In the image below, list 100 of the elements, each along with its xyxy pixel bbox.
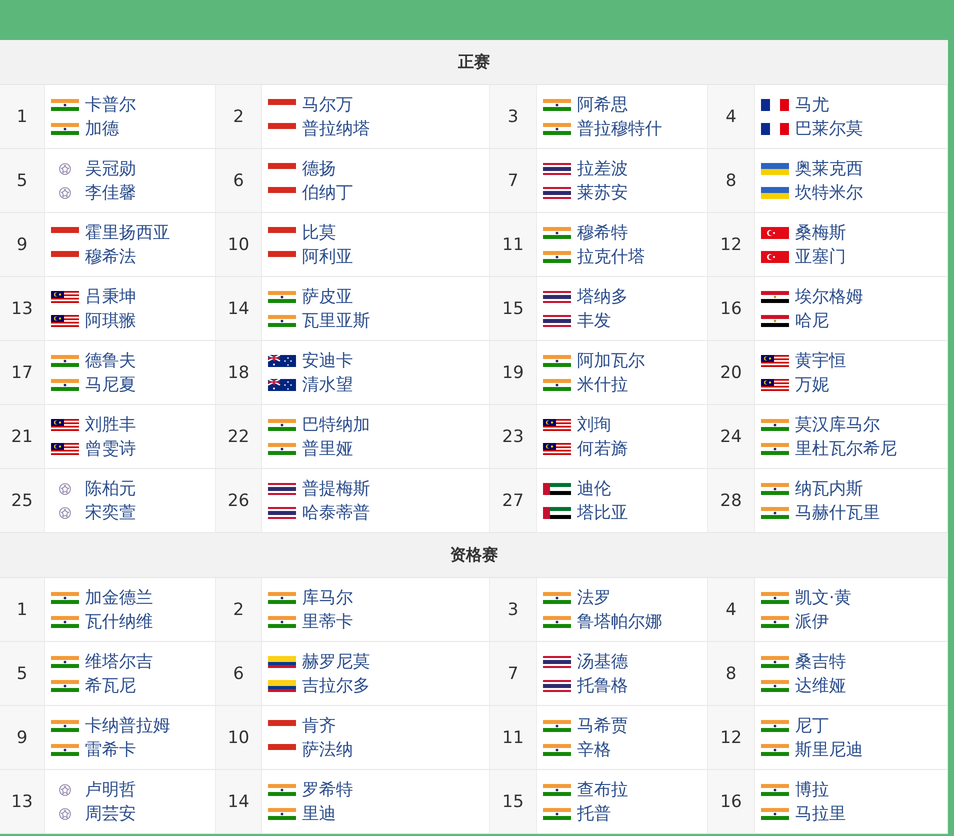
player-name[interactable]: 辛格 [577, 738, 611, 761]
player-name[interactable]: 卡纳普拉姆 [85, 714, 170, 737]
seed-number: 7 [490, 642, 537, 706]
player-name[interactable]: 托鲁格 [577, 674, 628, 697]
player-name[interactable]: 宋奕萱 [85, 501, 136, 524]
player-name[interactable]: 派伊 [795, 610, 829, 633]
player-name[interactable]: 哈尼 [795, 309, 829, 332]
player-name[interactable]: 霍里扬西亚 [85, 221, 170, 244]
player-name[interactable]: 赫罗尼莫 [302, 650, 370, 673]
player-name[interactable]: 博拉 [795, 778, 829, 801]
player-name[interactable]: 吉拉尔多 [302, 674, 370, 697]
player-name[interactable]: 卢明哲 [85, 778, 136, 801]
player-name[interactable]: 巴莱尔莫 [795, 117, 863, 140]
player-name[interactable]: 斯里尼迪 [795, 738, 863, 761]
player-name[interactable]: 刘珣 [577, 413, 611, 436]
flag-icon [268, 506, 296, 518]
player-name[interactable]: 何若旖 [577, 437, 628, 460]
player-name[interactable]: 肯齐 [302, 714, 336, 737]
player-name[interactable]: 德鲁夫 [85, 349, 136, 372]
player-name[interactable]: 里迪 [302, 802, 336, 825]
player-name[interactable]: 亚塞门 [795, 245, 846, 268]
player-name[interactable]: 清水望 [302, 373, 353, 396]
player-name[interactable]: 阿琪翭 [85, 309, 136, 332]
player-name[interactable]: 瓦里亚斯 [302, 309, 370, 332]
seed-number: 21 [0, 405, 45, 469]
player-name[interactable]: 德扬 [302, 157, 336, 180]
player-name[interactable]: 哈泰蒂普 [302, 501, 370, 524]
player-name[interactable]: 汤基德 [577, 650, 628, 673]
flag-icon [51, 314, 79, 326]
player-name[interactable]: 法罗 [577, 586, 611, 609]
player-name[interactable]: 阿利亚 [302, 245, 353, 268]
flag-icon [543, 186, 571, 198]
player-name[interactable]: 李佳馨 [85, 181, 136, 204]
player-name[interactable]: 普里娅 [302, 437, 353, 460]
player-name[interactable]: 达维娅 [795, 674, 846, 697]
player-name[interactable]: 普提梅斯 [302, 477, 370, 500]
player-name[interactable]: 莫汉库马尔 [795, 413, 880, 436]
player-name[interactable]: 塔比亚 [577, 501, 628, 524]
player-name[interactable]: 马尤 [795, 93, 829, 116]
player-name[interactable]: 尼丁 [795, 714, 829, 737]
player-name[interactable]: 陈柏元 [85, 477, 136, 500]
player-name[interactable]: 萨法纳 [302, 738, 353, 761]
player-name[interactable]: 马尼夏 [85, 373, 136, 396]
player-name[interactable]: 迪伦 [577, 477, 611, 500]
player-name[interactable]: 丰发 [577, 309, 611, 332]
player-name[interactable]: 萨皮亚 [302, 285, 353, 308]
player-name[interactable]: 埃尔格姆 [795, 285, 863, 308]
player-name[interactable]: 卡普尔 [85, 93, 136, 116]
player-name[interactable]: 希瓦尼 [85, 674, 136, 697]
seed-number: 5 [0, 642, 45, 706]
player-name[interactable]: 坎特米尔 [795, 181, 863, 204]
player-name[interactable]: 里蒂卡 [302, 610, 353, 633]
player-name[interactable]: 曾雯诗 [85, 437, 136, 460]
player-name[interactable]: 凯文·黄 [795, 586, 852, 609]
player-name[interactable]: 万妮 [795, 373, 829, 396]
player-name[interactable]: 托普 [577, 802, 611, 825]
player-name[interactable]: 瓦什纳维 [85, 610, 153, 633]
player-name[interactable]: 阿希思 [577, 93, 628, 116]
player-name[interactable]: 桑吉特 [795, 650, 846, 673]
player-name[interactable]: 纳瓦内斯 [795, 477, 863, 500]
player-name[interactable]: 塔纳多 [577, 285, 628, 308]
player-name[interactable]: 马赫什瓦里 [795, 501, 880, 524]
player-name[interactable]: 库马尔 [302, 586, 353, 609]
player-name[interactable]: 加德 [85, 117, 119, 140]
player-name[interactable]: 吴冠勋 [85, 157, 136, 180]
player-name[interactable]: 查布拉 [577, 778, 628, 801]
player-name[interactable]: 伯纳丁 [302, 181, 353, 204]
seed-number: 4 [708, 85, 755, 149]
flag-icon [543, 314, 571, 326]
player-name[interactable]: 穆希法 [85, 245, 136, 268]
player-name[interactable]: 穆希特 [577, 221, 628, 244]
player-name[interactable]: 鲁塔帕尔娜 [577, 610, 662, 633]
player-name[interactable]: 马希贾 [577, 714, 628, 737]
player-name[interactable]: 莱苏安 [577, 181, 628, 204]
player-name[interactable]: 安迪卡 [302, 349, 353, 372]
player-name[interactable]: 桑梅斯 [795, 221, 846, 244]
flag-icon [761, 720, 789, 732]
player-name[interactable]: 奥莱克西 [795, 157, 863, 180]
player-name[interactable]: 周芸安 [85, 802, 136, 825]
player-name[interactable]: 马尔万 [302, 93, 353, 116]
flag-icon [543, 354, 571, 366]
player-name[interactable]: 阿加瓦尔 [577, 349, 645, 372]
player-name[interactable]: 里杜瓦尔希尼 [795, 437, 897, 460]
player-name[interactable]: 刘胜丰 [85, 413, 136, 436]
player-name[interactable]: 吕秉坤 [85, 285, 136, 308]
player-name[interactable]: 黄宇恒 [795, 349, 846, 372]
seed-number: 2 [216, 85, 262, 149]
player-name[interactable]: 拉差波 [577, 157, 628, 180]
player-name[interactable]: 雷希卡 [85, 738, 136, 761]
player-name[interactable]: 普拉纳塔 [302, 117, 370, 140]
player-name[interactable]: 巴特纳加 [302, 413, 370, 436]
player-name[interactable]: 拉克什塔 [577, 245, 645, 268]
flag-icon [268, 442, 296, 454]
player-name[interactable]: 维塔尔吉 [85, 650, 153, 673]
player-name[interactable]: 普拉穆特什 [577, 117, 662, 140]
player-name[interactable]: 比莫 [302, 221, 336, 244]
player-name[interactable]: 米什拉 [577, 373, 628, 396]
player-name[interactable]: 加金德兰 [85, 586, 153, 609]
player-name[interactable]: 罗希特 [302, 778, 353, 801]
player-name[interactable]: 马拉里 [795, 802, 846, 825]
